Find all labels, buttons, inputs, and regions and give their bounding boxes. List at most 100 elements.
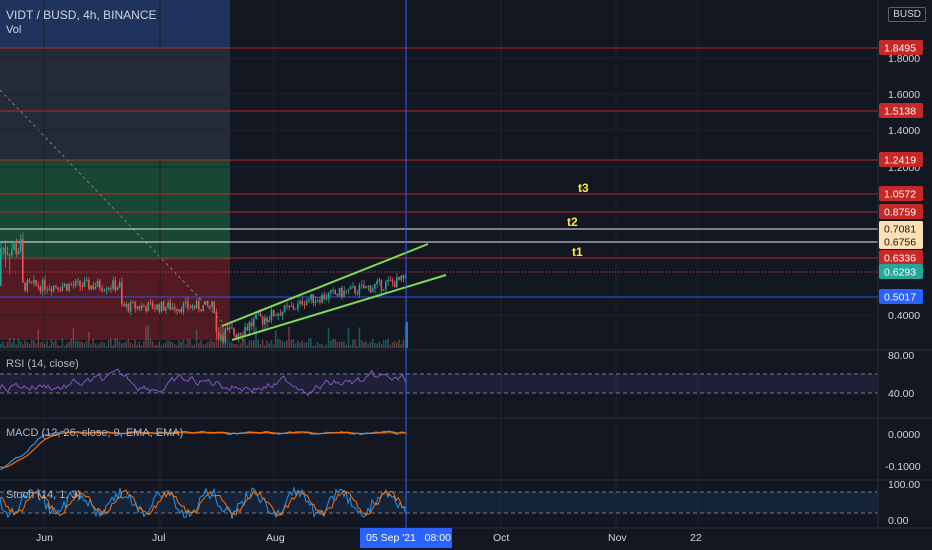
volume-bar-104 <box>228 341 231 348</box>
volume-bar-83 <box>182 339 185 348</box>
candle-body-15 <box>33 280 35 283</box>
volume-bar-70 <box>154 344 156 348</box>
candle-body-48 <box>105 289 108 291</box>
volume-bar-84 <box>184 344 187 348</box>
candle-body-87 <box>191 305 193 308</box>
chart-canvas[interactable]: t3 t2 t1 1.8000 1.6000 1.4000 1.2000 0.4… <box>0 0 932 550</box>
volume-bar-10 <box>22 344 24 348</box>
candle-body-70 <box>154 308 156 310</box>
candle-body-82 <box>180 309 182 312</box>
volume-bar-59 <box>129 342 132 348</box>
candle-body-165 <box>363 284 365 289</box>
candle-body-1 <box>2 247 4 249</box>
volume-bar-89 <box>195 330 198 348</box>
volume-bar-60 <box>132 344 134 348</box>
volume-bar-36 <box>79 341 81 348</box>
candle-body-20 <box>44 279 46 290</box>
volume-bar-35 <box>77 340 79 348</box>
volume-bar-170 <box>374 343 376 348</box>
candle-body-78 <box>171 307 174 310</box>
candle-body-147 <box>323 294 325 300</box>
rsi-tick-80: 80.00 <box>888 350 914 362</box>
volume-bar-148 <box>325 344 328 348</box>
volume-bar-116 <box>255 326 257 348</box>
volume-bar-62 <box>136 344 138 348</box>
volume-bar-69 <box>151 340 154 348</box>
volume-bar-157 <box>345 344 347 348</box>
volume-bar-42 <box>92 338 94 348</box>
volume-bar-91 <box>200 340 202 348</box>
volume-bar-135 <box>297 340 299 348</box>
volume-bar-55 <box>121 343 123 348</box>
volume-bar-115 <box>253 340 255 348</box>
candle-body-132 <box>290 305 292 307</box>
volume-bar-168 <box>369 341 372 348</box>
volume-bar-47 <box>103 342 105 348</box>
volume-bar-38 <box>83 343 86 348</box>
price-badge-5: 0.7081 <box>884 224 916 236</box>
candle-body-149 <box>327 292 330 299</box>
candle-body-33 <box>72 285 75 287</box>
candle-body-21 <box>46 289 48 291</box>
volume-bar-1 <box>2 341 4 348</box>
volume-bar-80 <box>176 345 178 348</box>
volume-bar-2 <box>4 345 6 348</box>
candle-body-118 <box>259 313 262 317</box>
candle-body-119 <box>261 316 264 325</box>
volume-bar-5 <box>11 342 13 348</box>
volume-bar-145 <box>319 344 321 348</box>
volume-bar-154 <box>338 341 341 348</box>
stoch-label[interactable]: Stoch (14, 1, 3) <box>6 489 81 501</box>
fib-zone-gray <box>0 48 230 160</box>
candle-body-66 <box>145 306 147 312</box>
time-label-nov: Nov <box>608 532 627 544</box>
macd-label[interactable]: MACD (12, 26, close, 9, EMA, EMA) <box>6 427 183 439</box>
volume-bar-45 <box>99 343 101 348</box>
volume-bar-37 <box>81 341 83 348</box>
candle-body-58 <box>127 303 130 312</box>
price-tick-1.4000: 1.4000 <box>888 125 920 137</box>
volume-bar-64 <box>140 345 143 348</box>
candle-body-23 <box>50 288 53 292</box>
volume-bar-107 <box>235 343 237 348</box>
volume-bar-12 <box>26 342 28 348</box>
volume-bar-9 <box>19 341 22 348</box>
volume-label[interactable]: Vol <box>6 24 21 36</box>
candle-body-76 <box>167 302 169 308</box>
candle-body-83 <box>182 303 185 312</box>
candle-body-92 <box>202 304 204 312</box>
volume-bar-19 <box>41 341 44 348</box>
candle-body-2 <box>4 247 6 253</box>
candle-body-155 <box>341 287 343 298</box>
candle-body-34 <box>74 281 77 286</box>
macd-tick-minus01: -0.1000 <box>885 461 921 473</box>
volume-bar-117 <box>257 339 259 348</box>
volume-bar-79 <box>173 344 176 348</box>
candle-body-69 <box>151 302 154 309</box>
candle-body-111 <box>244 327 246 336</box>
rsi-label[interactable]: RSI (14, close) <box>6 358 79 370</box>
candle-body-7 <box>15 244 17 255</box>
candle-body-162 <box>356 293 358 295</box>
volume-bar-167 <box>367 344 369 348</box>
volume-bar-28 <box>61 338 64 348</box>
price-badge-0: 1.8495 <box>884 43 916 55</box>
candle-body-18 <box>39 286 42 292</box>
volume-bar-142 <box>312 345 314 348</box>
candle-body-109 <box>239 333 242 336</box>
candle-body-77 <box>169 302 171 310</box>
volume-bar-27 <box>59 345 61 348</box>
volume-bar-7 <box>15 344 17 348</box>
volume-bar-126 <box>277 339 279 348</box>
volume-bar-152 <box>334 339 336 348</box>
volume-bar-81 <box>178 340 180 348</box>
volume-bar-8 <box>17 338 20 348</box>
candle-body-104 <box>228 327 231 329</box>
symbol-title[interactable]: VIDT / BUSD, 4h, BINANCE <box>6 8 157 22</box>
volume-bar-43 <box>94 343 97 348</box>
candle-body-52 <box>114 280 116 290</box>
price-badge-6: 0.6756 <box>884 237 916 249</box>
currency-badge[interactable]: BUSD <box>888 7 926 22</box>
candle-body-91 <box>200 309 202 312</box>
candle-body-59 <box>129 301 132 312</box>
